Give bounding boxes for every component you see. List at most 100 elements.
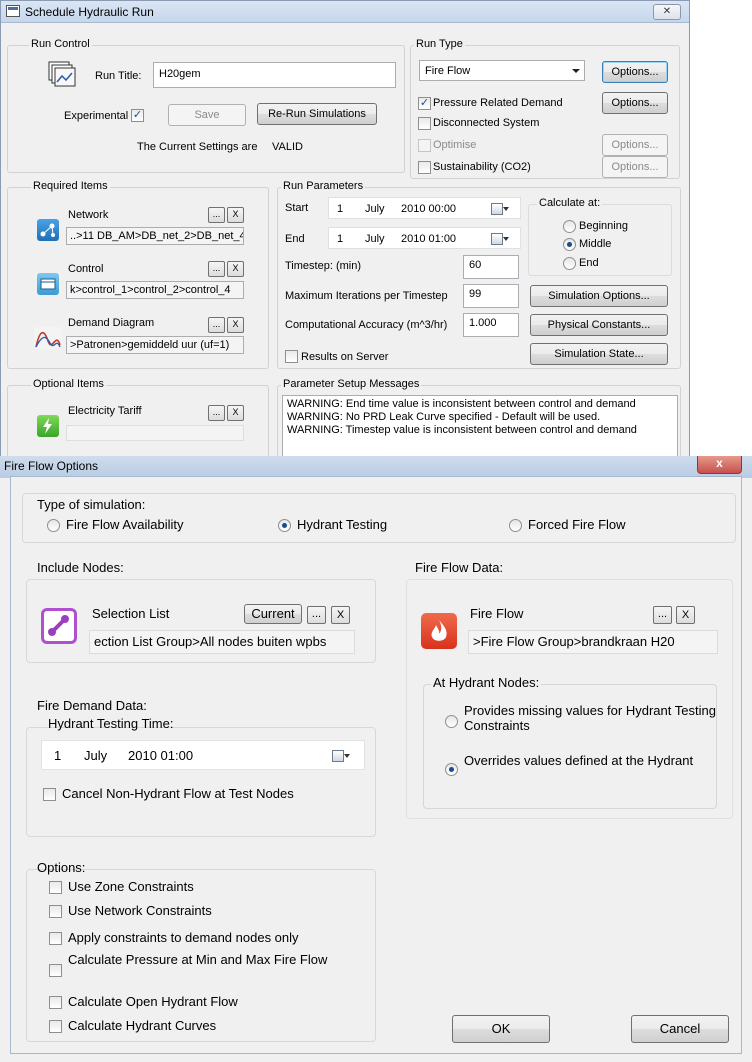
calculate-beginning-radio[interactable] — [563, 220, 576, 233]
physical-constants-button[interactable]: Physical Constants... — [530, 314, 668, 336]
settings-status-prefix: The Current Settings are — [137, 141, 258, 153]
run-title-input[interactable]: H20gem — [153, 62, 396, 88]
demand-diagram-path-field[interactable]: >Patronen>gemiddeld uur (uf=1) — [66, 336, 244, 354]
pressure-related-demand-checkbox[interactable]: ✓ — [418, 97, 431, 110]
network-clear-button[interactable]: X — [227, 207, 244, 223]
fire-demand-data-label: Fire Demand Data: — [37, 698, 147, 713]
apply-constraints-checkbox[interactable] — [49, 932, 62, 945]
calculate-pressure-checkbox[interactable] — [49, 964, 62, 977]
sustainability-checkbox[interactable] — [418, 161, 431, 174]
selection-list-browse-button[interactable]: ... — [307, 606, 326, 624]
required-items-label: Required Items — [31, 180, 110, 192]
overrides-values-label: Overrides values defined at the Hydrant — [464, 753, 694, 768]
demand-diagram-browse-button[interactable]: ... — [208, 317, 225, 333]
calculate-at-label: Calculate at: — [537, 197, 603, 209]
timestep-input[interactable]: 60 — [463, 255, 519, 279]
cancel-non-hydrant-label: Cancel Non-Hydrant Flow at Test Nodes — [62, 786, 294, 801]
current-button[interactable]: Current — [244, 604, 302, 624]
hydrant-year-time: 2010 01:00 — [128, 748, 194, 763]
calculate-pressure-label: Calculate Pressure at Min and Max Fire F… — [68, 952, 328, 967]
calendar-icon[interactable] — [491, 232, 509, 246]
window-title: Fire Flow Options — [4, 459, 99, 473]
pressure-related-demand-options-button[interactable]: Options... — [602, 92, 668, 114]
hydrant-testing-time-picker[interactable]: 1 July 2010 01:00 — [41, 740, 365, 770]
optimise-options-button[interactable]: Options... — [602, 134, 668, 156]
fire-flow-path-field[interactable]: >Fire Flow Group>brandkraan H20 — [468, 630, 718, 654]
calculate-open-hydrant-checkbox[interactable] — [49, 996, 62, 1009]
control-path-field[interactable]: k>control_1>control_2>control_4 — [66, 281, 244, 299]
electricity-tariff-clear-button[interactable]: X — [227, 405, 244, 421]
calculate-end-radio[interactable] — [563, 257, 576, 270]
electricity-tariff-label: Electricity Tariff — [68, 405, 142, 417]
hydrant-testing-radio[interactable] — [278, 519, 291, 532]
close-button[interactable]: x — [697, 456, 742, 474]
save-button[interactable]: Save — [168, 104, 246, 126]
control-label: Control — [68, 263, 104, 275]
type-of-simulation-label: Type of simulation: — [37, 497, 146, 512]
rerun-simulations-button[interactable]: Re-Run Simulations — [257, 103, 377, 125]
title-bar: Schedule Hydraulic Run ✕ — [1, 1, 689, 23]
end-datetime-picker[interactable]: 1 July 2010 01:00 — [328, 227, 521, 249]
provides-missing-values-radio[interactable] — [445, 715, 458, 728]
electricity-tariff-path-field[interactable] — [66, 425, 244, 441]
control-browse-button[interactable]: ... — [208, 261, 225, 277]
max-iterations-input[interactable]: 99 — [463, 284, 519, 308]
demand-diagram-icon — [34, 327, 62, 349]
message-line: WARNING: Timestep value is inconsistent … — [287, 424, 637, 436]
start-datetime-picker[interactable]: 1 July 2010 00:00 — [328, 197, 521, 219]
run-type-select[interactable]: Fire Flow — [419, 60, 585, 81]
fire-flow-clear-button[interactable]: X — [676, 606, 695, 624]
experimental-label: Experimental — [64, 110, 129, 122]
network-browse-button[interactable]: ... — [208, 207, 225, 223]
control-clear-button[interactable]: X — [227, 261, 244, 277]
accuracy-input[interactable]: 1.000 — [463, 313, 519, 337]
app-icon — [6, 5, 20, 17]
network-path-field[interactable]: ..>11 DB_AM>DB_net_2>DB_net_4 — [66, 227, 244, 245]
results-on-server-label: Results on Server — [301, 351, 389, 363]
electricity-tariff-browse-button[interactable]: ... — [208, 405, 225, 421]
message-line: WARNING: No PRD Leak Curve specified - D… — [287, 411, 601, 423]
fire-icon — [421, 613, 457, 649]
forced-fire-flow-radio[interactable] — [509, 519, 522, 532]
calculate-hydrant-curves-checkbox[interactable] — [49, 1020, 62, 1033]
hydrant-day: 1 — [54, 748, 62, 763]
use-network-constraints-checkbox[interactable] — [49, 905, 62, 918]
fire-flow-availability-radio[interactable] — [47, 519, 60, 532]
calendar-icon[interactable] — [332, 749, 350, 763]
calculate-end-label: End — [579, 257, 599, 269]
optimise-checkbox[interactable] — [418, 139, 431, 152]
run-type-options-button[interactable]: Options... — [602, 61, 668, 83]
window-title: Schedule Hydraulic Run — [25, 5, 154, 19]
calculate-middle-radio[interactable] — [563, 238, 576, 251]
experimental-checkbox[interactable]: ✓ — [131, 109, 144, 122]
simulation-state-button[interactable]: Simulation State... — [530, 343, 668, 365]
simulation-options-button[interactable]: Simulation Options... — [530, 285, 668, 307]
use-zone-constraints-checkbox[interactable] — [49, 881, 62, 894]
max-iterations-label: Maximum Iterations per Timestep — [285, 290, 448, 302]
start-year-time: 2010 00:00 — [401, 203, 457, 215]
end-month: July — [365, 233, 385, 245]
sustainability-options-button[interactable]: Options... — [602, 156, 668, 178]
selection-list-clear-button[interactable]: X — [331, 606, 350, 624]
hydrant-month: July — [84, 748, 108, 763]
include-nodes-label: Include Nodes: — [37, 560, 124, 575]
fire-flow-browse-button[interactable]: ... — [653, 606, 672, 624]
disconnected-system-checkbox[interactable] — [418, 117, 431, 130]
disconnected-system-label: Disconnected System — [433, 117, 540, 129]
calculate-hydrant-curves-label: Calculate Hydrant Curves — [68, 1018, 217, 1033]
cancel-non-hydrant-checkbox[interactable] — [43, 788, 56, 801]
close-button[interactable]: ✕ — [653, 4, 681, 20]
cancel-button[interactable]: Cancel — [631, 1015, 729, 1043]
calendar-icon[interactable] — [491, 202, 509, 216]
fire-flow-options-window: Fire Flow Options x Type of simulation: … — [0, 456, 752, 1062]
title-bar: Fire Flow Options — [0, 456, 752, 478]
messages-textarea[interactable]: WARNING: End time value is inconsistent … — [282, 395, 678, 457]
run-title-label: Run Title: — [95, 70, 142, 82]
demand-diagram-clear-button[interactable]: X — [227, 317, 244, 333]
selection-list-path-field[interactable]: ection List Group>All nodes buiten wpbs — [89, 630, 355, 654]
selection-list-icon — [41, 608, 77, 644]
dialog-body: Type of simulation: Fire Flow Availabili… — [10, 476, 742, 1054]
results-on-server-checkbox[interactable] — [285, 350, 298, 363]
ok-button[interactable]: OK — [452, 1015, 550, 1043]
overrides-values-radio[interactable] — [445, 763, 458, 776]
